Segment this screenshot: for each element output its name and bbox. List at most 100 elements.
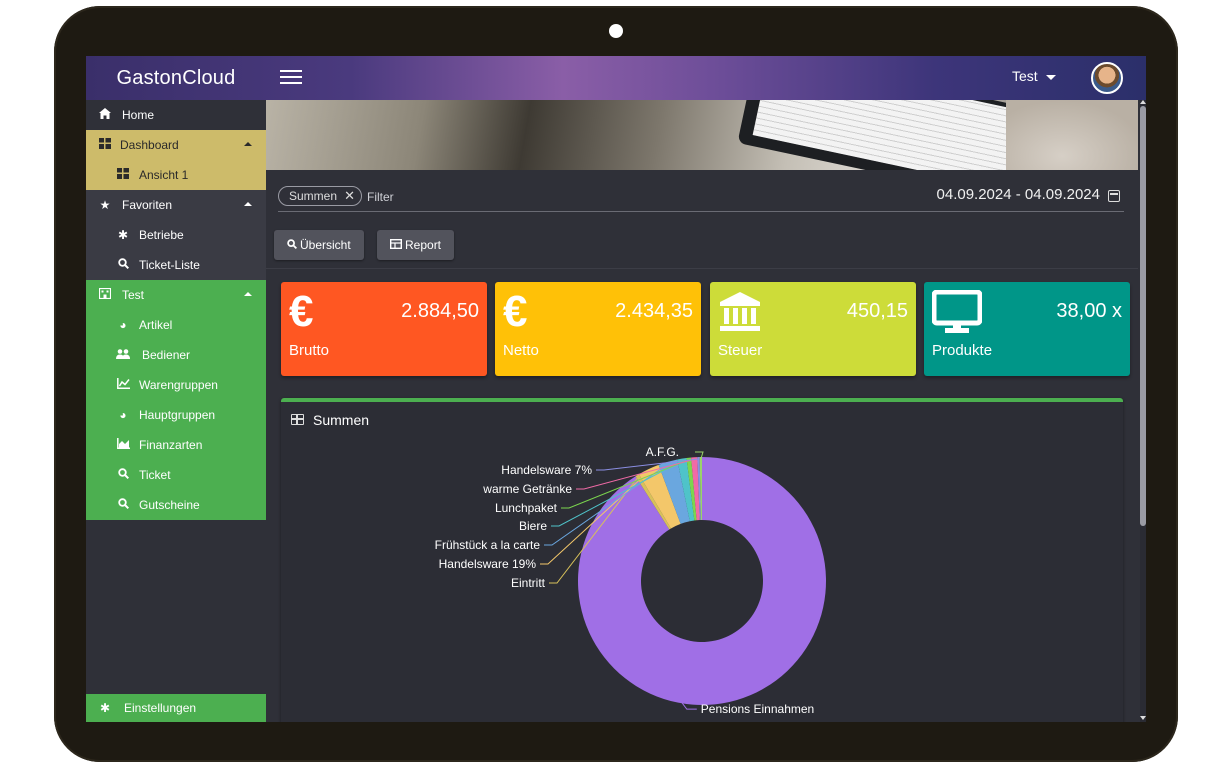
search-icon [116, 250, 130, 280]
scrollbar[interactable] [1140, 100, 1146, 722]
table-icon [389, 231, 403, 261]
main-content: Summen ✕ Filter 04.09.2024 - 04.09.2024 … [266, 100, 1138, 722]
pie-label: Eintritt [511, 576, 546, 590]
sidebar-item-label: Artikel [139, 318, 173, 332]
kpi-label: Produkte [932, 342, 993, 359]
brand-title[interactable]: GastonCloud [86, 56, 266, 100]
home-icon [98, 100, 112, 130]
header-banner-image [266, 100, 1138, 170]
divider [266, 268, 1138, 269]
sidebar-item-home[interactable]: Home [86, 100, 266, 130]
sidebar-item-label: Bediener [142, 348, 191, 362]
sidebar-item-ticket[interactable]: Ticket [86, 460, 266, 490]
kpi-label: Steuer [718, 342, 763, 359]
date-range-field[interactable]: 04.09.2024 - 04.09.2024 [937, 186, 1100, 203]
sidebar-item-test[interactable]: Test [86, 280, 266, 310]
kpi-card-produkte[interactable]: 38,00 x Produkte [924, 282, 1130, 376]
kpi-value: 38,00 x [1056, 300, 1122, 322]
sidebar-item-label: Dashboard [120, 138, 179, 152]
chevron-up-icon [244, 142, 252, 146]
sidebar-item-finanzarten[interactable]: Finanzarten [86, 430, 266, 460]
button-label: Report [405, 238, 442, 252]
sidebar-item-label: Favoriten [122, 198, 173, 212]
sidebar-item-label: Home [122, 108, 155, 122]
kpi-value: 2.884,50 [401, 300, 479, 322]
sidebar-item-betriebe[interactable]: ✱ Betriebe [86, 220, 266, 250]
sidebar-item-artikel[interactable]: ◕ Artikel [86, 310, 266, 340]
pie-label: Handelsware 19% [439, 557, 537, 571]
area-chart-icon [116, 430, 130, 460]
filter-chip-summen[interactable]: Summen ✕ [278, 186, 363, 206]
donut-chart[interactable]: Eintritt Handelsware 19% Frühstück a la ca… [281, 402, 1123, 722]
filter-input[interactable]: Filter [367, 190, 394, 204]
monitor-icon [931, 289, 983, 339]
caret-down-icon [1045, 74, 1056, 80]
pie-label: Handelsware 7% [501, 463, 592, 477]
user-name: Test [1012, 68, 1038, 84]
bank-icon [718, 290, 762, 339]
banner-device-screen [752, 100, 1034, 170]
sidebar-item-label: Test [122, 288, 145, 302]
app-screen: GastonCloud Test Home Dashboard Ansicht … [86, 56, 1146, 722]
chevron-up-icon [244, 202, 252, 206]
sidebar-item-label: Ticket-Liste [139, 258, 200, 272]
close-icon[interactable]: ✕ [344, 187, 355, 205]
user-menu[interactable]: Test [1012, 68, 1056, 84]
building-icon [98, 280, 112, 310]
search-icon [287, 231, 298, 261]
chip-label: Summen [289, 189, 338, 203]
euro-icon: € [289, 287, 319, 336]
line-chart-icon [116, 370, 130, 400]
filter-bar: Summen ✕ Filter 04.09.2024 - 04.09.2024 [278, 184, 1124, 212]
sidebar-item-dashboard[interactable]: Dashboard [86, 130, 266, 160]
kpi-label: Netto [503, 342, 539, 359]
dashboard-icon [98, 130, 112, 160]
pie-chart-icon: ◕ [119, 318, 127, 332]
sidebar-item-label: Warengruppen [139, 378, 218, 392]
avatar[interactable] [1091, 62, 1123, 94]
sidebar-item-label: Gutscheine [139, 498, 200, 512]
sidebar-item-ticket-liste[interactable]: Ticket-Liste [86, 250, 266, 280]
calendar-icon[interactable] [1108, 190, 1120, 202]
pie-label: warme Getränke [482, 482, 572, 496]
sidebar-item-label: Hauptgruppen [139, 408, 216, 422]
sidebar-item-warengruppen[interactable]: Warengruppen [86, 370, 266, 400]
kpi-card-steuer[interactable]: 450,15 Steuer [710, 282, 916, 376]
sidebar-item-favoriten[interactable]: ★ Favoriten [86, 190, 266, 220]
sidebar-item-ansicht-1[interactable]: Ansicht 1 [86, 160, 266, 190]
sidebar-item-gutscheine[interactable]: Gutscheine [86, 490, 266, 520]
sidebar-item-einstellungen[interactable]: ✱ Einstellungen [86, 694, 266, 722]
sidebar-item-hauptgruppen[interactable]: ◕ Hauptgruppen [86, 400, 266, 430]
kpi-card-netto[interactable]: € 2.434,35 Netto [495, 282, 701, 376]
pie-label: Biere [519, 519, 547, 533]
report-button[interactable]: Report [377, 230, 455, 261]
sidebar-item-label: Finanzarten [139, 438, 203, 452]
pie-chart-icon: ◕ [119, 408, 127, 422]
search-icon [116, 460, 130, 490]
search-icon [116, 490, 130, 520]
chevron-up-icon [244, 292, 252, 296]
scrollbar-thumb[interactable] [1140, 106, 1146, 526]
sidebar-item-label: Ansicht 1 [139, 168, 189, 182]
pie-label: Lunchpaket [495, 501, 558, 515]
uebersicht-button[interactable]: Übersicht [274, 230, 364, 260]
kpi-value: 450,15 [846, 300, 908, 322]
sidebar: Home Dashboard Ansicht 1 ★ Favoriten ✱ B… [86, 100, 266, 722]
gear-icon: ✱ [100, 701, 111, 715]
star-icon: ★ [99, 198, 111, 212]
sidebar-item-bediener[interactable]: Bediener [86, 340, 266, 370]
kpi-value: 2.434,35 [615, 300, 693, 322]
users-icon [116, 340, 130, 370]
hamburger-menu-icon[interactable] [280, 66, 302, 88]
camera-dot [609, 24, 623, 38]
button-label: Übersicht [300, 238, 351, 252]
pie-label: A.F.G. [646, 445, 679, 459]
kpi-card-brutto[interactable]: € 2.884,50 Brutto [281, 282, 487, 376]
pie-label: Pensions Einnahmen [701, 702, 814, 716]
scroll-down-icon[interactable] [1140, 716, 1146, 720]
top-bar: GastonCloud Test [86, 56, 1146, 100]
svg-text:€: € [289, 290, 313, 330]
sidebar-item-label: Betriebe [139, 228, 184, 242]
gear-icon: ✱ [117, 228, 129, 242]
scroll-up-icon[interactable] [1140, 100, 1146, 104]
